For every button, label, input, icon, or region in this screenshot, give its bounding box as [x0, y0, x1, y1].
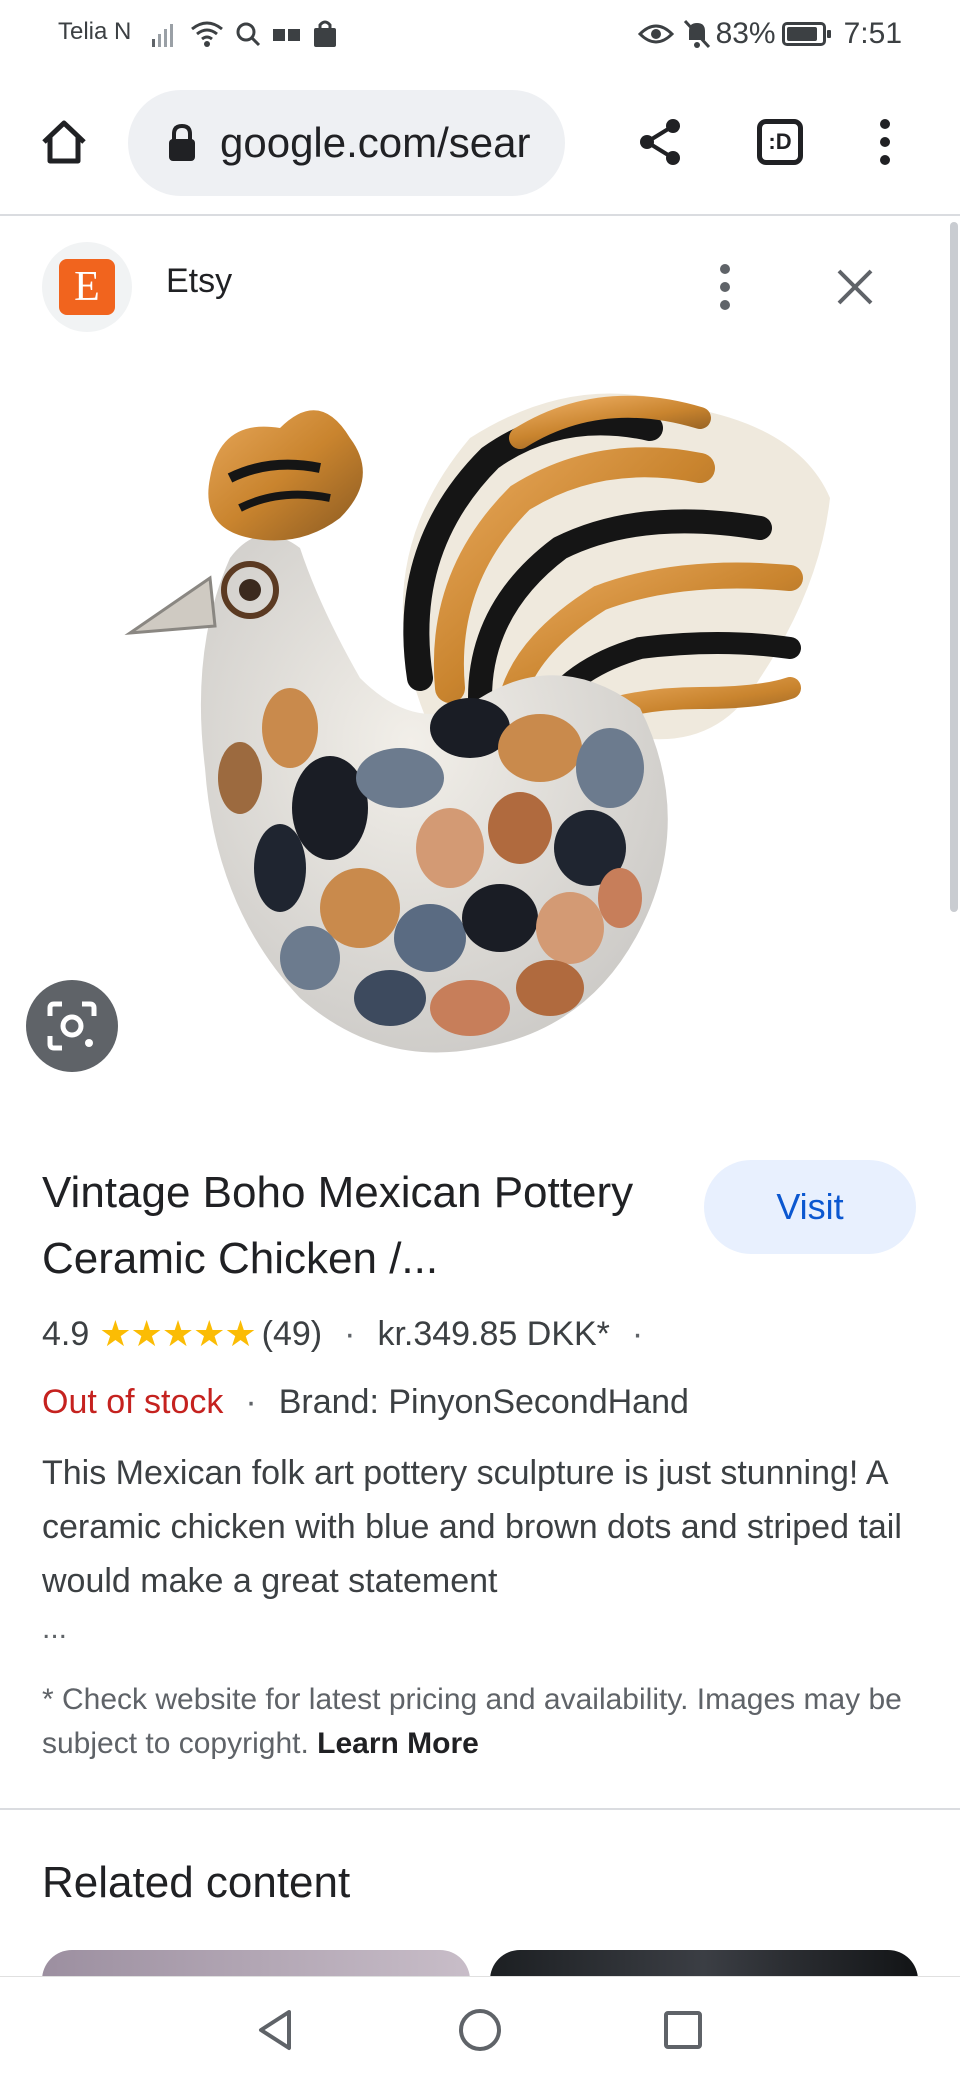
wifi-icon — [191, 21, 223, 47]
source-favicon: E — [42, 242, 132, 332]
bell-off-icon — [683, 19, 710, 49]
product-price: kr.349.85 DKK* — [377, 1314, 610, 1353]
section-divider — [0, 1808, 960, 1810]
battery-icon — [781, 22, 831, 46]
google-lens-button[interactable] — [26, 980, 118, 1072]
visit-button[interactable]: Visit — [704, 1160, 916, 1254]
learn-more-link[interactable]: Learn More — [317, 1727, 479, 1760]
disclaimer: * Check website for latest pricing and a… — [42, 1678, 922, 1766]
eye-icon — [637, 24, 674, 44]
close-button[interactable] — [820, 252, 890, 322]
related-content-heading: Related content — [42, 1858, 351, 1907]
product-title[interactable]: Vintage Boho Mexican Pottery Ceramic Chi… — [42, 1160, 682, 1292]
search-status-icon — [236, 22, 261, 47]
back-icon — [259, 2010, 291, 2050]
notification-icon — [273, 29, 300, 41]
address-bar[interactable]: google.com/sear — [128, 90, 565, 196]
brand-label: Brand: PinyonSecondHand — [278, 1382, 689, 1421]
share-button[interactable] — [620, 68, 700, 216]
shopping-bag-icon — [314, 20, 336, 47]
tabs-button[interactable]: :D — [740, 68, 820, 216]
lock-icon — [169, 123, 195, 161]
battery-percent: 83% — [715, 17, 776, 50]
separator-dot: · — [245, 1382, 257, 1421]
clock: 7:51 — [843, 17, 902, 50]
url-text: google.com/sear — [220, 119, 531, 166]
ceramic-chicken-illustration — [124, 393, 830, 1053]
rating-price-row: 4.9 ★★★★★ (49) · kr.349.85 DKK* · — [42, 1306, 665, 1362]
rating-value: 4.9 — [42, 1314, 90, 1353]
description-ellipsis: ... — [42, 1612, 68, 1645]
home-nav-button[interactable] — [445, 1995, 515, 2065]
back-button[interactable] — [240, 1995, 310, 2065]
recents-icon — [664, 2011, 702, 2049]
lens-icon — [47, 1001, 97, 1051]
system-nav-bar — [0, 1976, 960, 2080]
stock-status: Out of stock — [42, 1382, 224, 1421]
product-image[interactable] — [0, 348, 960, 1100]
source-header: E Etsy — [0, 222, 960, 348]
stock-brand-row: Out of stock · Brand: PinyonSecondHand — [42, 1374, 689, 1430]
tail — [402, 393, 830, 740]
carrier-label: Telia N — [58, 18, 132, 45]
home-button[interactable] — [22, 68, 106, 216]
review-count: (49) — [261, 1314, 323, 1353]
more-vert-icon — [880, 119, 890, 165]
signal-icon — [152, 24, 173, 47]
star-rating-icon: ★★★★★ — [99, 1313, 256, 1354]
product-description: This Mexican folk art pottery sculpture … — [42, 1454, 902, 1600]
browser-menu-button[interactable] — [860, 68, 910, 216]
browser-toolbar: google.com/sear :D — [0, 68, 960, 216]
home-icon — [42, 120, 86, 164]
close-icon — [837, 269, 873, 305]
share-icon — [640, 119, 680, 165]
source-menu-button[interactable] — [700, 252, 750, 322]
tab-switcher-icon: :D — [757, 119, 803, 165]
source-name[interactable]: Etsy — [166, 262, 232, 301]
recents-button[interactable] — [648, 1995, 718, 2065]
separator-dot: · — [631, 1314, 644, 1353]
separator-dot: · — [344, 1314, 356, 1353]
status-icons-left — [150, 16, 338, 52]
status-icons-right: 83% 7:51 — [637, 14, 960, 54]
more-vert-icon — [720, 264, 730, 310]
home-circle-icon — [459, 2009, 501, 2051]
status-bar: Telia N 83% 7:51 — [0, 0, 960, 68]
etsy-logo: E — [59, 259, 115, 315]
